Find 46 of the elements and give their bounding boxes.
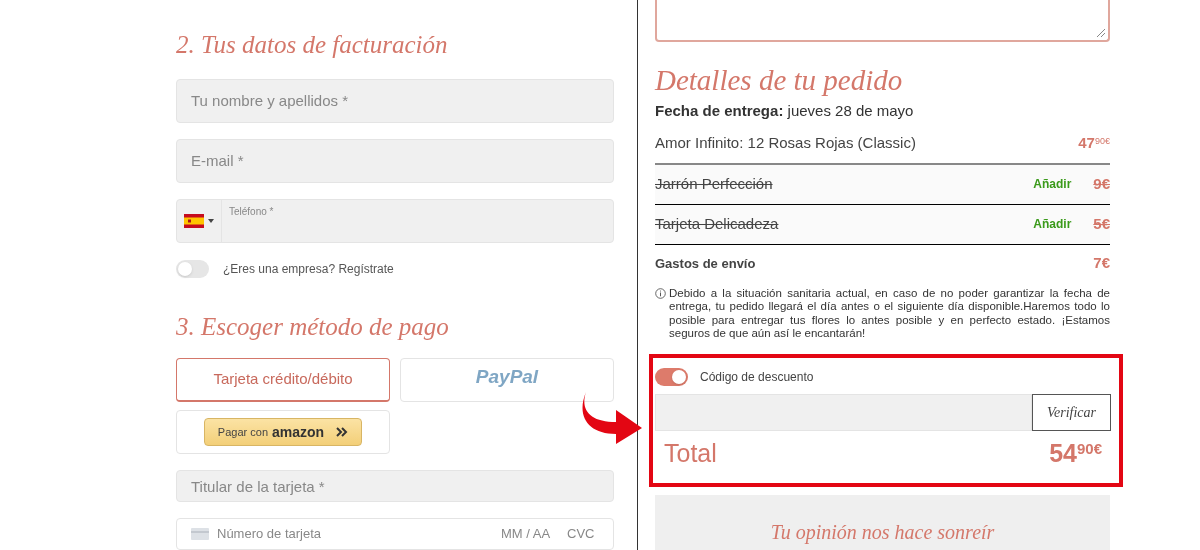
extra-name: Jarrón Perfección [655,173,774,194]
toggle-switch[interactable] [176,259,209,278]
caret-icon [208,218,214,223]
extra-price: 5€ [1093,213,1110,234]
shipping-label: Gastos de envío [655,254,756,273]
total-label: Total [664,437,717,469]
info-icon [655,287,666,299]
toggle-switch[interactable] [655,367,688,386]
add-link[interactable]: Añadir [1033,215,1072,233]
resize-handle-icon [1096,28,1106,38]
text-field[interactable]: E-mail * [176,138,614,183]
chevrons-icon [336,427,349,437]
card-number-field[interactable]: Número de tarjeta MM / AA CVC [176,518,614,550]
toggle-label: Código de descuento [700,368,814,386]
notice-text: Debido a la situación sanitaria actual, en caso de no poder garantizar la fecha de entrega, tu pedido llegará el día antes o el siguiente día disponible.Haremos todo lo posible para entregar tus flores lo antes posible y en perfecto estado. ¡Estamos seguros de que aún así le encantarán! [669,286,1110,341]
discount-code-field[interactable] [655,393,1032,431]
text-field[interactable]: Tu nombre y apellidos * [176,78,614,123]
card-icon [191,528,209,540]
section-heading: Detalles de tu pedido [655,63,904,98]
add-link[interactable]: Añadir [1033,175,1072,193]
expiry-input[interactable]: MM / AA [501,524,559,544]
paypal-logo: PayPal [475,364,539,389]
amazon-logo: amazon [272,422,325,442]
feedback-title: Tu opinión nos hace sonreír [770,519,995,546]
toggle-label: ¿Eres una empresa? Regístrate [223,260,394,278]
payment-method-button[interactable]: Tarjeta crédito/débito [176,358,390,402]
text-field[interactable]: Titular de la tarjeta * [176,470,614,502]
payment-method-button[interactable]: Pagar con amazon [176,410,390,454]
badge-label: Pagar con [217,424,268,440]
shipping-price: 7€ [1093,253,1110,274]
section-heading: 3. Escoger método de pago [176,311,450,342]
section-heading: 2. Tus datos de facturación [176,30,449,60]
product-name: Amor Infinito: 12 Rosas Rojas (Classic) [655,133,916,154]
cvc-input[interactable]: CVC [567,524,599,544]
comment-textarea[interactable] [655,0,1110,42]
flag-icon [184,213,204,228]
card-number-input[interactable]: Número de tarjeta [217,524,493,544]
extra-price: 9€ [1093,173,1110,194]
product-price: 47$^{90€}$ [1078,133,1110,154]
extra-name: Tarjeta Delicadeza [655,213,780,234]
field-label: Teléfono * [229,204,274,219]
payment-method-button[interactable]: PayPal [400,358,614,402]
delivery-date: Fecha de entrega: jueves 28 de mayo [655,101,915,121]
total-price: 54$^{90€}$ [1049,437,1102,469]
verify-button[interactable]: Verificar [1032,393,1111,431]
phone-field[interactable]: Teléfono * [176,198,614,243]
